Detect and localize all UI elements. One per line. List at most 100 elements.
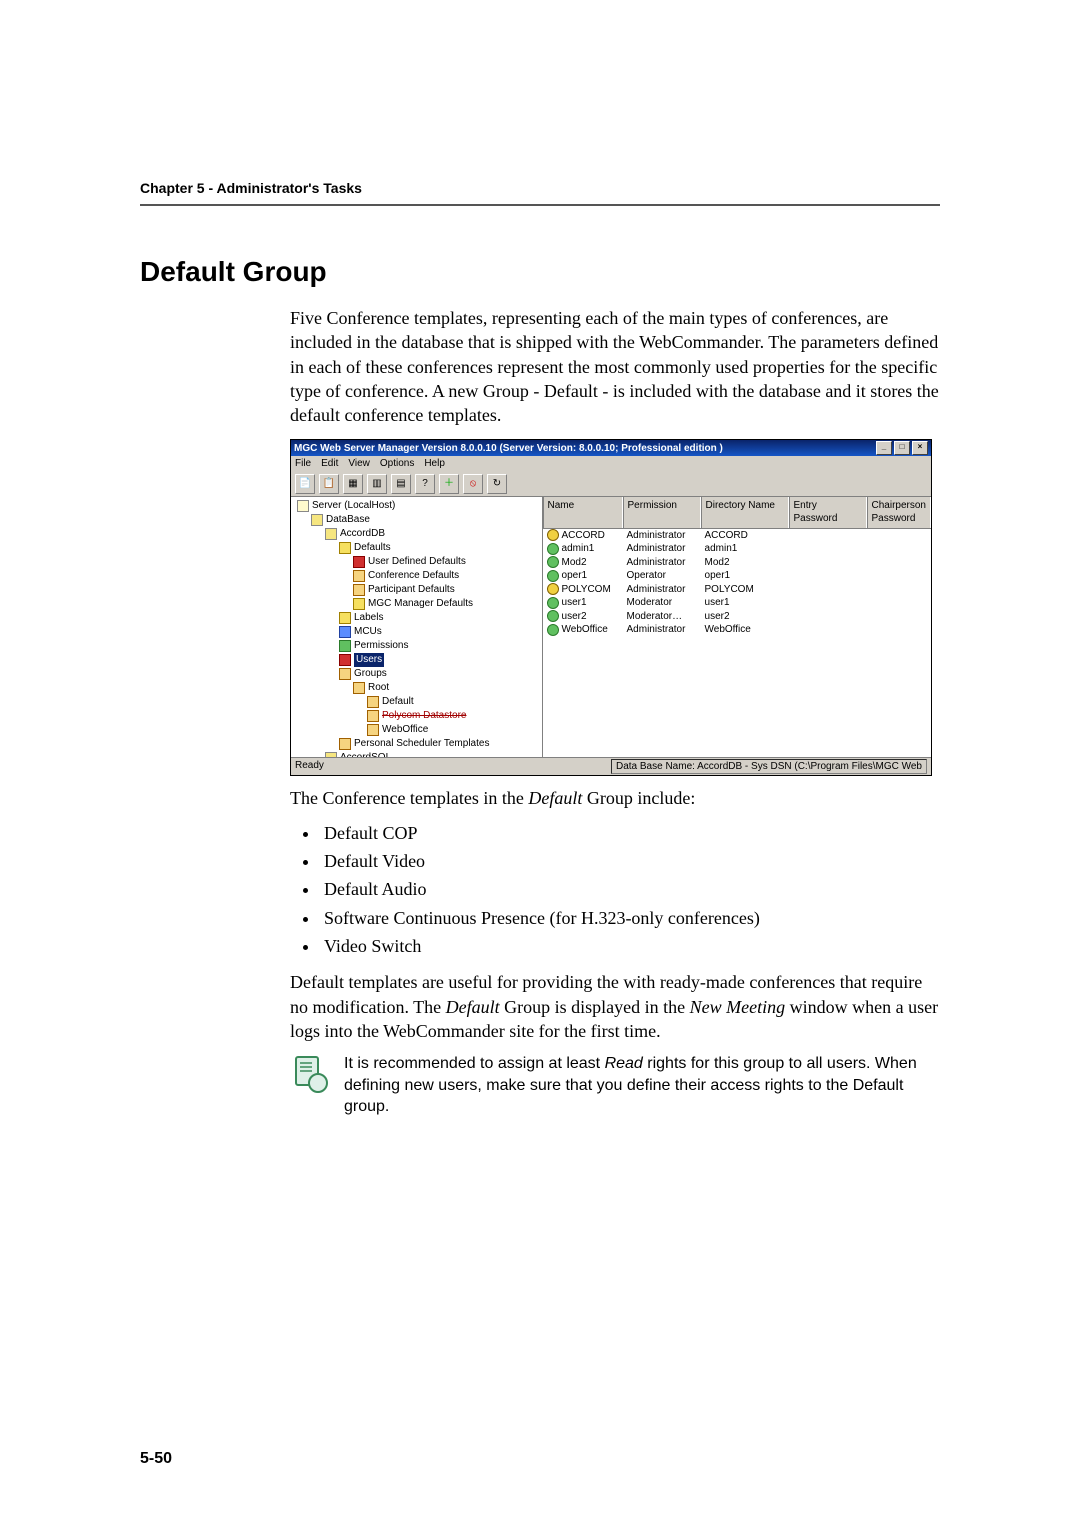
minimize-button[interactable]: _ bbox=[876, 441, 892, 455]
user-icon bbox=[547, 610, 559, 622]
table-row[interactable]: ACCORDAdministratorACCORD bbox=[543, 529, 931, 543]
groups-icon bbox=[339, 668, 351, 680]
close-button[interactable]: × bbox=[912, 441, 928, 455]
users-icon bbox=[339, 654, 351, 666]
status-bar: Ready Data Base Name: AccordDB - Sys DSN… bbox=[291, 757, 931, 776]
red-icon bbox=[353, 556, 365, 568]
chapter-header: Chapter 5 - Administrator's Tasks bbox=[140, 180, 940, 196]
tree-accordsql[interactable]: AccordSQL bbox=[293, 751, 540, 757]
user-icon bbox=[547, 597, 559, 609]
toolbar-help-icon[interactable]: ? bbox=[415, 474, 435, 494]
toolbar-copy-icon[interactable]: 📄 bbox=[295, 474, 315, 494]
folder-icon bbox=[353, 682, 365, 694]
tree-participant-defaults[interactable]: Participant Defaults bbox=[293, 583, 540, 597]
tree-panel: Server (LocalHost) DataBase AccordDB Def… bbox=[291, 497, 543, 757]
tree-users[interactable]: Users bbox=[293, 653, 540, 667]
table-row[interactable]: oper1Operatoroper1 bbox=[543, 569, 931, 583]
note-text: It is recommended to assign at least Rea… bbox=[344, 1053, 940, 1118]
app-body: Server (LocalHost) DataBase AccordDB Def… bbox=[291, 497, 931, 757]
page: Chapter 5 - Administrator's Tasks Defaul… bbox=[0, 0, 1080, 1528]
toolbar-stop-icon[interactable]: ⦸ bbox=[463, 474, 483, 494]
tree-default-group[interactable]: Default bbox=[293, 695, 540, 709]
toolbar-refresh-icon[interactable]: ↻ bbox=[487, 474, 507, 494]
tree-polycom-datastore[interactable]: Polycom Datastore bbox=[293, 709, 540, 723]
toolbar-large-icons-icon[interactable]: ▦ bbox=[343, 474, 363, 494]
toolbar-list-icon[interactable]: ▤ bbox=[391, 474, 411, 494]
title-bar: MGC Web Server Manager Version 8.0.0.10 … bbox=[291, 440, 931, 456]
db-icon bbox=[325, 752, 337, 757]
tree-user-defined-defaults[interactable]: User Defined Defaults bbox=[293, 555, 540, 569]
table-row[interactable]: Mod2AdministratorMod2 bbox=[543, 556, 931, 570]
tree-mcus[interactable]: MCUs bbox=[293, 625, 540, 639]
folder-icon bbox=[367, 696, 379, 708]
database-icon bbox=[311, 514, 323, 526]
tree-personal-scheduler[interactable]: Personal Scheduler Templates bbox=[293, 737, 540, 751]
maximize-button[interactable]: □ bbox=[894, 441, 910, 455]
tree-accorddb[interactable]: AccordDB bbox=[293, 527, 540, 541]
folder-icon bbox=[353, 584, 365, 596]
tree-weboffice[interactable]: WebOffice bbox=[293, 723, 540, 737]
toolbar-small-icons-icon[interactable]: ▥ bbox=[367, 474, 387, 494]
note-block: It is recommended to assign at least Rea… bbox=[290, 1053, 940, 1118]
screenshot-window: MGC Web Server Manager Version 8.0.0.10 … bbox=[290, 439, 940, 776]
list-rows: ACCORDAdministratorACCORDadmin1Administr… bbox=[543, 529, 931, 757]
col-entry-password[interactable]: Entry Password bbox=[789, 497, 867, 528]
list-item: Default Audio bbox=[320, 875, 940, 903]
permissions-icon bbox=[339, 640, 351, 652]
menu-file[interactable]: File bbox=[295, 457, 311, 471]
table-row[interactable]: WebOfficeAdministratorWebOffice bbox=[543, 623, 931, 637]
title-bar-text: MGC Web Server Manager Version 8.0.0.10 … bbox=[294, 442, 723, 456]
app-window: MGC Web Server Manager Version 8.0.0.10 … bbox=[290, 439, 932, 776]
col-permission[interactable]: Permission bbox=[623, 497, 701, 528]
tree-groups[interactable]: Groups bbox=[293, 667, 540, 681]
menu-options[interactable]: Options bbox=[380, 457, 414, 471]
tree-permissions[interactable]: Permissions bbox=[293, 639, 540, 653]
tree-mgc-manager-defaults[interactable]: MGC Manager Defaults bbox=[293, 597, 540, 611]
intro-paragraph: Five Conference templates, representing … bbox=[290, 306, 940, 427]
tree-labels[interactable]: Labels bbox=[293, 611, 540, 625]
tree-conference-defaults[interactable]: Conference Defaults bbox=[293, 569, 540, 583]
menu-edit[interactable]: Edit bbox=[321, 457, 338, 471]
list-item: Software Continuous Presence (for H.323-… bbox=[320, 904, 940, 932]
mcus-icon bbox=[339, 626, 351, 638]
folder-icon bbox=[353, 570, 365, 582]
status-db-path: Data Base Name: AccordDB - Sys DSN (C:\P… bbox=[611, 759, 927, 775]
body-content: Five Conference templates, representing … bbox=[290, 306, 940, 1118]
user-icon bbox=[547, 583, 559, 595]
tree-database[interactable]: DataBase bbox=[293, 513, 540, 527]
list-header: Name Permission Directory Name Entry Pas… bbox=[543, 497, 931, 529]
table-row[interactable]: user1Moderatoruser1 bbox=[543, 596, 931, 610]
page-number: 5-50 bbox=[140, 1450, 172, 1468]
tree-server[interactable]: Server (LocalHost) bbox=[293, 499, 540, 513]
table-row[interactable]: user2Moderator…user2 bbox=[543, 610, 931, 624]
toolbar-paste-icon[interactable]: 📋 bbox=[319, 474, 339, 494]
server-icon bbox=[297, 500, 309, 512]
menu-bar: File Edit View Options Help bbox=[291, 456, 931, 472]
user-icon bbox=[547, 570, 559, 582]
defaults-icon bbox=[339, 542, 351, 554]
menu-view[interactable]: View bbox=[348, 457, 370, 471]
col-chair-password[interactable]: Chairperson Password bbox=[867, 497, 931, 528]
window-controls: _ □ × bbox=[876, 441, 928, 455]
labels-icon bbox=[339, 612, 351, 624]
status-ready: Ready bbox=[295, 759, 324, 775]
folder-icon bbox=[367, 710, 379, 722]
menu-help[interactable]: Help bbox=[424, 457, 445, 471]
col-directory[interactable]: Directory Name bbox=[701, 497, 789, 528]
table-row[interactable]: POLYCOMAdministratorPOLYCOM bbox=[543, 583, 931, 597]
default-templates-paragraph: Default templates are useful for providi… bbox=[290, 970, 940, 1043]
user-icon bbox=[547, 556, 559, 568]
list-item: Default Video bbox=[320, 847, 940, 875]
templates-list: Default COP Default Video Default Audio … bbox=[290, 819, 940, 960]
list-panel: Name Permission Directory Name Entry Pas… bbox=[543, 497, 931, 757]
user-icon bbox=[547, 529, 559, 541]
tree-root-group[interactable]: Root bbox=[293, 681, 540, 695]
tree-defaults[interactable]: Defaults bbox=[293, 541, 540, 555]
db-icon bbox=[325, 528, 337, 540]
toolbar-add-icon[interactable]: ＋ bbox=[439, 474, 459, 494]
note-icon bbox=[290, 1053, 330, 1097]
col-name[interactable]: Name bbox=[543, 497, 623, 528]
toolbar: 📄 📋 ▦ ▥ ▤ ? ＋ ⦸ ↻ bbox=[291, 472, 931, 497]
post-screenshot-paragraph: The Conference templates in the Default … bbox=[290, 786, 940, 810]
table-row[interactable]: admin1Administratoradmin1 bbox=[543, 542, 931, 556]
